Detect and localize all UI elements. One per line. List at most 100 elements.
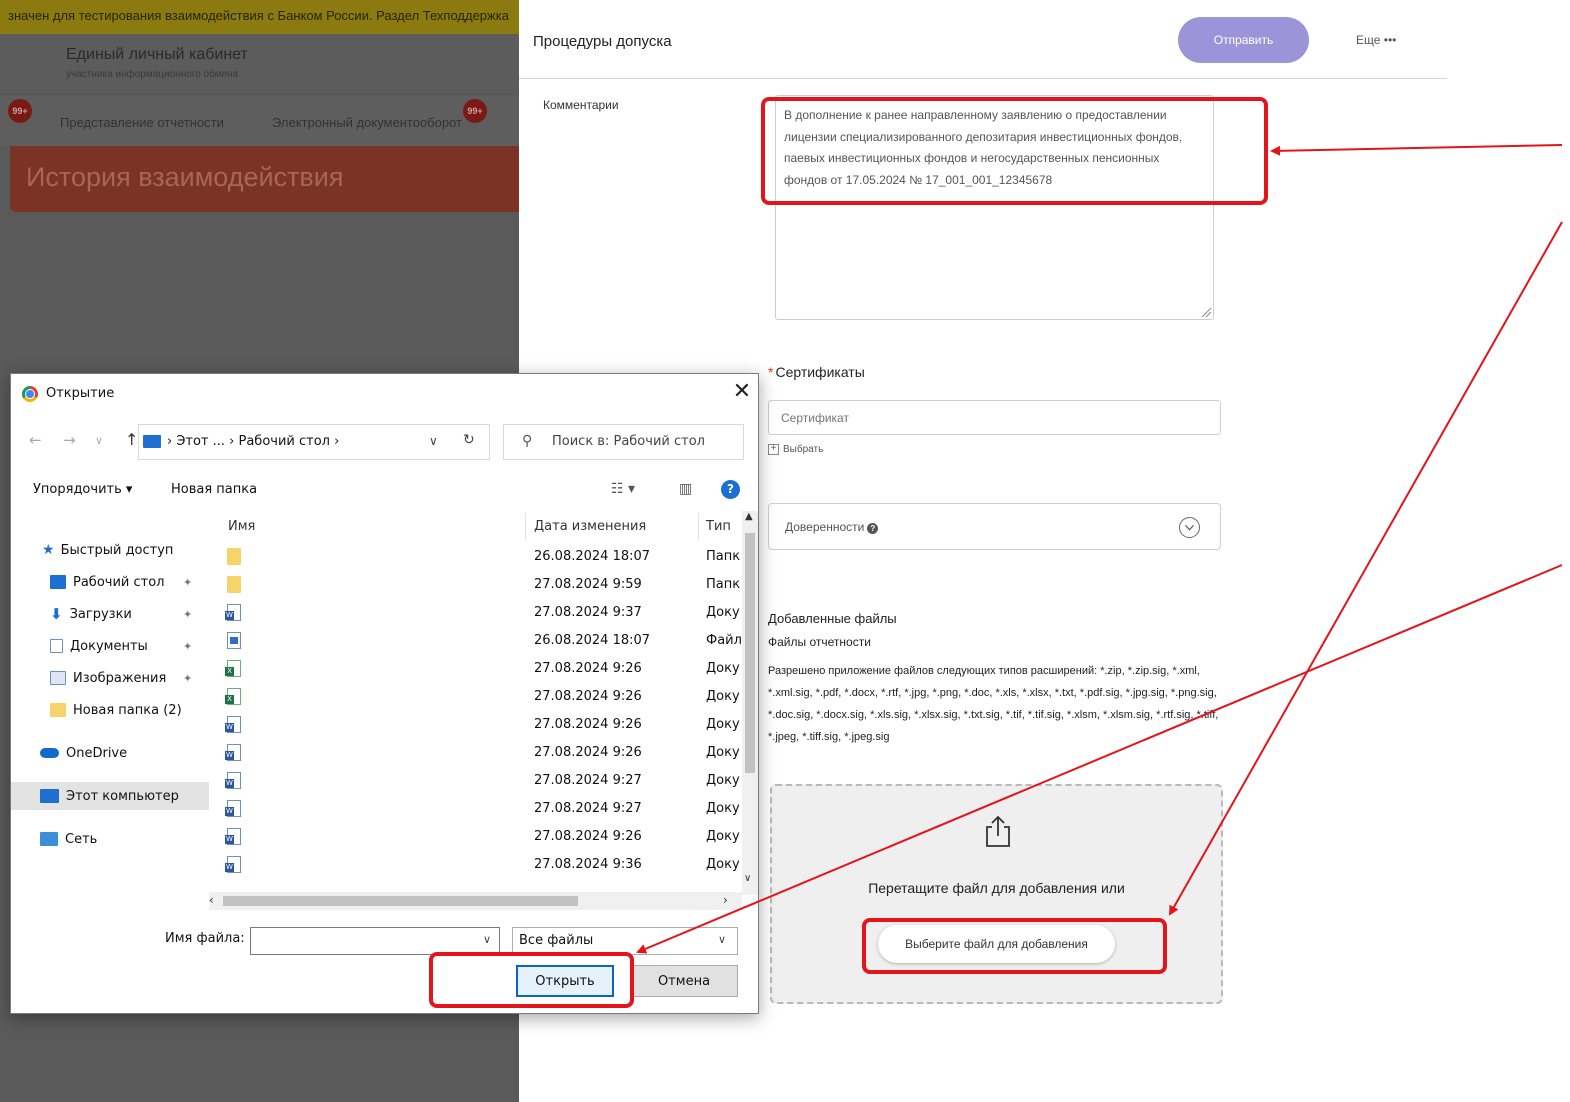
file-row[interactable]: 27.08.2024 9:26 Доку <box>211 683 742 711</box>
word-file-icon <box>225 772 241 789</box>
back-arrow-icon[interactable]: ← <box>29 431 42 449</box>
choose-label: Выбрать <box>783 444 824 455</box>
powers-of-attorney-select[interactable]: Доверенности? <box>768 503 1221 550</box>
chevron-down-icon[interactable]: ∨ <box>429 434 438 448</box>
portal-nav: 99+ Представление отчетности Электронный… <box>0 94 519 146</box>
organize-button[interactable]: Упорядочить ▾ <box>33 482 132 497</box>
chevron-down-icon: ∨ <box>718 933 727 946</box>
nav-label: Загрузки <box>69 606 132 622</box>
pin-icon: ✦ <box>183 575 193 589</box>
file-row[interactable]: 27.08.2024 9:37 Доку <box>211 599 742 627</box>
scroll-up-icon[interactable]: ▲ <box>745 511 753 522</box>
file-row[interactable]: 27.08.2024 9:59 Папк <box>211 571 742 599</box>
images-icon <box>50 671 66 685</box>
column-type[interactable]: Тип <box>706 519 731 534</box>
scroll-right-icon[interactable]: › <box>723 893 728 907</box>
refresh-icon[interactable]: ↻ <box>463 432 475 448</box>
powers-label: Доверенности? <box>785 520 879 534</box>
nav-quick-access[interactable]: ★ Быстрый доступ <box>11 536 209 564</box>
file-date: 27.08.2024 9:27 <box>534 773 642 788</box>
file-row[interactable]: 27.08.2024 9:27 Доку <box>211 795 742 823</box>
nav-network[interactable]: Сеть <box>11 825 209 853</box>
column-separator[interactable] <box>698 513 699 541</box>
open-button[interactable]: Открыть <box>516 965 614 997</box>
file-row[interactable]: 27.08.2024 9:26 Доку <box>211 739 742 767</box>
chevron-down-icon[interactable] <box>1179 517 1200 538</box>
nav-desktop[interactable]: Рабочий стол ✦ <box>11 568 209 596</box>
file-row[interactable]: 27.08.2024 9:26 Доку <box>211 711 742 739</box>
horizontal-scrollbar[interactable]: ‹ › <box>209 892 742 910</box>
nav-downloads[interactable]: ⬇ Загрузки ✦ <box>11 600 209 628</box>
file-row[interactable]: 27.08.2024 9:27 Доку <box>211 767 742 795</box>
column-name[interactable]: Имя <box>228 519 255 534</box>
column-date[interactable]: Дата изменения <box>534 519 646 534</box>
file-type: Папк <box>706 549 741 564</box>
portal-header <box>0 34 519 94</box>
more-menu-button[interactable]: Еще ••• <box>1356 33 1396 47</box>
choose-certificate-link[interactable]: + Выбрать <box>768 444 823 455</box>
dialog-nav-row: ← → ∨ ↑ › Этот ... › Рабочий стол › ∨ ↻ … <box>11 422 758 462</box>
nav-images[interactable]: Изображения ✦ <box>11 664 209 692</box>
nav-this-pc[interactable]: Этот компьютер <box>11 782 209 810</box>
comment-textarea[interactable]: В дополнение к ранее направленному заявл… <box>775 95 1214 320</box>
scrollbar-thumb[interactable] <box>745 533 755 773</box>
nav-label: Новая папка (2) <box>73 702 182 718</box>
address-bar[interactable]: › Этот ... › Рабочий стол › ∨ ↻ <box>138 424 490 460</box>
file-row[interactable]: 26.08.2024 18:07 Файл <box>211 627 742 655</box>
computer-icon <box>143 435 161 448</box>
file-row[interactable]: 27.08.2024 9:26 Доку <box>211 823 742 851</box>
certificate-input[interactable] <box>768 400 1221 435</box>
search-icon: ⚲ <box>522 433 533 449</box>
filetype-select[interactable]: Все файлы ∨ <box>512 927 738 955</box>
close-icon[interactable]: ✕ <box>730 379 754 404</box>
file-date: 27.08.2024 9:27 <box>534 801 642 816</box>
preview-pane-icon[interactable]: ▥ <box>679 481 692 497</box>
nav-item-reporting[interactable]: Представление отчетности <box>60 115 224 130</box>
word-file-icon <box>225 800 241 817</box>
search-input[interactable]: ⚲ Поиск в: Рабочий стол <box>503 424 744 460</box>
file-row[interactable]: 27.08.2024 9:36 Доку <box>211 851 742 879</box>
download-icon: ⬇ <box>50 605 63 623</box>
cloud-icon <box>40 748 59 758</box>
column-separator[interactable] <box>525 513 526 541</box>
resize-grip-icon[interactable] <box>1200 306 1212 318</box>
vertical-scrollbar[interactable]: ▲ ∨ <box>742 511 758 895</box>
filename-input[interactable] <box>250 927 500 955</box>
recent-chevron-icon[interactable]: ∨ <box>95 434 103 447</box>
select-file-button[interactable]: Выберите файл для добавления <box>878 925 1115 963</box>
nav-documents[interactable]: Документы ✦ <box>11 632 209 660</box>
file-type: Доку <box>706 605 740 620</box>
desktop-icon <box>50 575 66 589</box>
new-folder-button[interactable]: Новая папка <box>171 482 257 497</box>
nav-label: Быстрый доступ <box>60 542 174 558</box>
scroll-down-icon[interactable]: ∨ <box>744 873 751 884</box>
file-type: Доку <box>706 801 740 816</box>
file-type: Доку <box>706 829 740 844</box>
powers-label-text: Доверенности <box>785 520 865 534</box>
word-file-icon <box>225 716 241 733</box>
file-row[interactable]: 26.08.2024 18:07 Папк <box>211 543 742 571</box>
help-icon[interactable]: ? <box>721 480 740 499</box>
network-icon <box>40 832 58 846</box>
file-type: Доку <box>706 689 740 704</box>
file-date: 27.08.2024 9:26 <box>534 689 642 704</box>
cancel-button[interactable]: Отмена <box>630 965 738 997</box>
view-mode-icon[interactable]: ☷ ▾ <box>611 481 635 497</box>
nav-onedrive[interactable]: OneDrive <box>11 739 209 767</box>
file-dropzone[interactable]: Перетащите файл для добавления или Выбер… <box>770 784 1223 1004</box>
file-date: 27.08.2024 9:36 <box>534 857 642 872</box>
file-row[interactable]: 27.08.2024 9:26 Доку <box>211 655 742 683</box>
scrollbar-thumb[interactable] <box>223 896 578 906</box>
send-button[interactable]: Отправить <box>1178 17 1309 63</box>
file-type: Папк <box>706 577 741 592</box>
chevron-down-icon[interactable]: ∨ <box>483 933 491 946</box>
dialog-titlebar[interactable]: Открытие ✕ <box>11 374 758 414</box>
scroll-left-icon[interactable]: ‹ <box>209 893 214 907</box>
nav-new-folder-2[interactable]: Новая папка (2) <box>11 696 209 724</box>
forward-arrow-icon[interactable]: → <box>63 431 76 449</box>
sort-ascending-icon: ^ <box>367 509 376 516</box>
up-arrow-icon[interactable]: ↑ <box>125 430 138 449</box>
nav-label: Изображения <box>73 670 167 686</box>
nav-item-edo[interactable]: Электронный документооборот <box>272 115 462 130</box>
help-icon[interactable]: ? <box>867 523 879 534</box>
